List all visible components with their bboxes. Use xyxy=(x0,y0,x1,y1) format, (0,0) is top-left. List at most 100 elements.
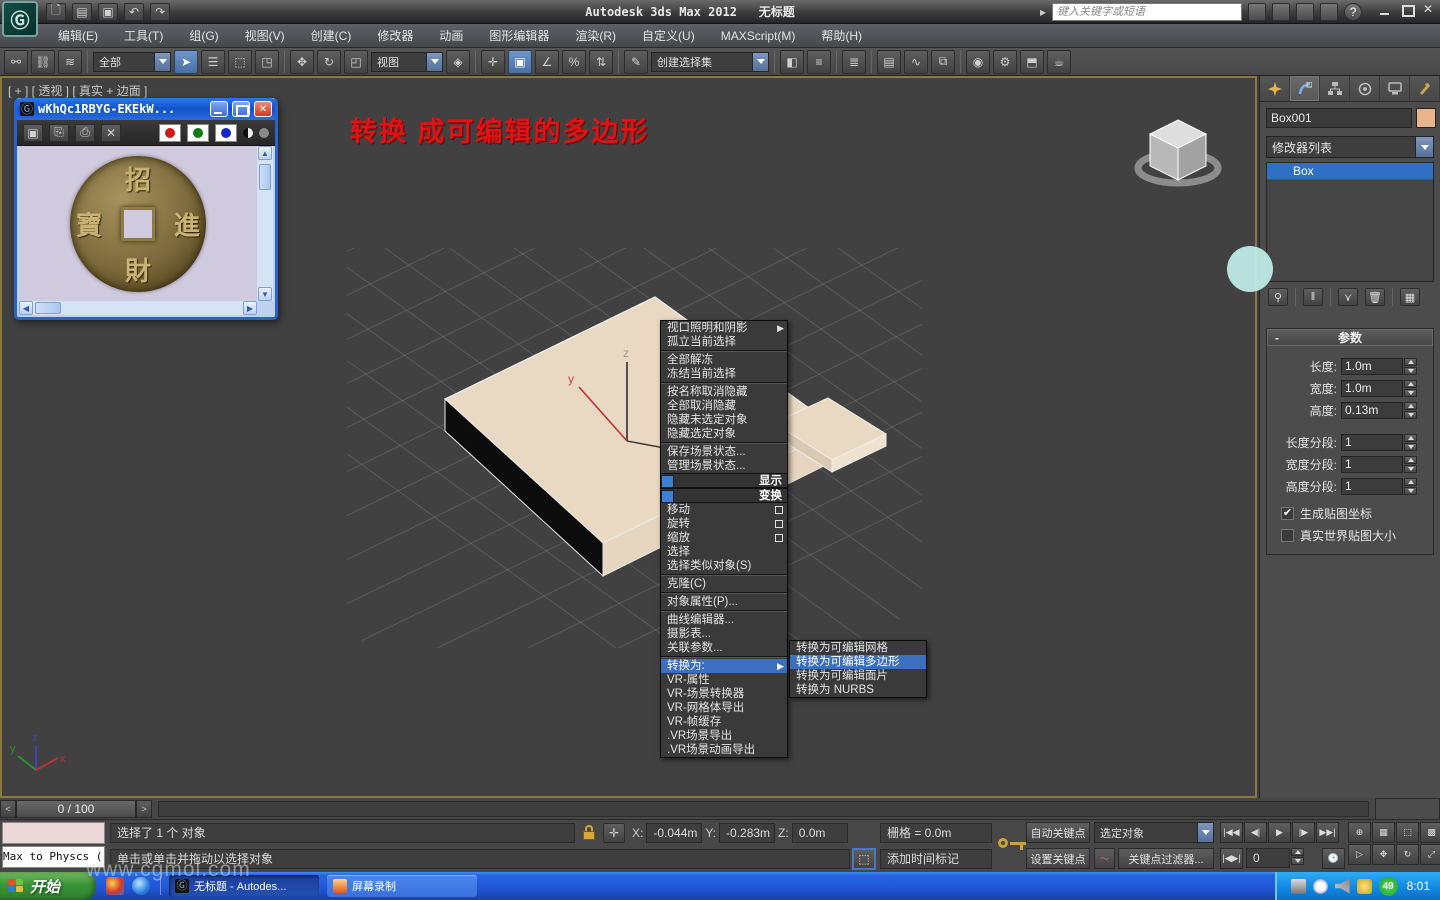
absolute-mode-icon[interactable]: ✛ xyxy=(603,823,625,843)
parameter-field[interactable]: 1.0m xyxy=(1341,358,1403,375)
orbit-icon[interactable]: ↻ xyxy=(1396,844,1419,865)
material-editor-button[interactable]: ◉ xyxy=(966,49,990,74)
frame-spinner[interactable] xyxy=(1291,848,1304,865)
tab-hierarchy[interactable] xyxy=(1320,76,1350,101)
menu-create[interactable]: 创建(C) xyxy=(299,25,364,46)
context-menu-item[interactable]: 选择类似对象(S) xyxy=(661,559,787,573)
dropdown-arrow-icon[interactable] xyxy=(154,52,170,71)
y-coordinate-field[interactable]: -0.283m xyxy=(719,823,776,843)
context-menu-item[interactable]: 转换为可编辑网格 xyxy=(790,641,926,655)
parameter-field[interactable]: 1.0m xyxy=(1341,380,1403,397)
set-key-button[interactable]: 设置关键点 xyxy=(1026,848,1090,869)
pin-stack-icon[interactable]: ⚲ xyxy=(1268,288,1288,306)
menu-animation[interactable]: 动画 xyxy=(427,25,475,46)
context-menu-item[interactable]: 关联参数... xyxy=(661,641,787,655)
align-button[interactable]: ≡ xyxy=(807,49,831,74)
zoom-extents-all-icon[interactable]: ▩ xyxy=(1420,822,1440,843)
selection-set-dropdown[interactable]: 选定对象 xyxy=(1094,822,1214,843)
context-menu-item[interactable]: 全部解冻 xyxy=(661,353,787,367)
context-menu-item[interactable]: .VR场景动画导出 xyxy=(661,743,787,757)
open-file-button[interactable]: ▤ xyxy=(72,2,92,21)
object-color-swatch[interactable] xyxy=(1416,108,1436,128)
angle-snap-button[interactable]: ∠ xyxy=(535,49,559,74)
context-menu-item[interactable]: 对象属性(P)... xyxy=(661,595,787,609)
isolate-toggle-icon[interactable]: ⬚ xyxy=(852,848,876,870)
context-menu-item[interactable]: 摄影表... xyxy=(661,627,787,641)
new-file-button[interactable]: 🗋 xyxy=(46,2,66,21)
dropdown-arrow-icon[interactable] xyxy=(1197,823,1213,842)
menu-rendering[interactable]: 渲染(R) xyxy=(563,25,628,46)
context-menu-item[interactable]: 移动 xyxy=(661,503,787,517)
context-menu-item[interactable]: 曲线编辑器... xyxy=(661,613,787,627)
parameter-field[interactable]: 1 xyxy=(1341,456,1403,473)
tab-utilities[interactable] xyxy=(1410,76,1440,101)
remove-modifier-icon[interactable]: 🗑 xyxy=(1365,288,1385,306)
context-menu-item[interactable]: VR-属性 xyxy=(661,673,787,687)
time-slider-track[interactable] xyxy=(158,800,1369,817)
context-menu-item[interactable]: 转换为可编辑多边形 xyxy=(790,655,926,669)
time-configuration-icon[interactable]: 🕒 xyxy=(1322,848,1345,869)
select-object-button[interactable]: ➤ xyxy=(174,49,198,74)
select-and-link-icon[interactable]: ⚯ xyxy=(4,49,28,74)
modifier-list-dropdown[interactable]: 修改器列表 xyxy=(1266,136,1434,158)
bind-to-space-warp-icon[interactable]: ≋ xyxy=(58,49,82,74)
tab-motion[interactable] xyxy=(1350,76,1380,101)
image-window-titlebar[interactable]: Ⓖ wKhQc1RBYG-EKEkW... ✕ xyxy=(17,98,275,120)
schematic-view-button[interactable]: ⧉ xyxy=(931,49,955,74)
configure-modifier-sets-icon[interactable]: ▦ xyxy=(1400,288,1420,306)
scroll-left-icon[interactable]: ◀ xyxy=(19,301,33,315)
time-slider-handle[interactable]: 0 / 100 xyxy=(16,799,136,818)
rendered-frame-button[interactable]: ⬒ xyxy=(1020,49,1044,74)
view-cube[interactable] xyxy=(1123,106,1233,206)
unlink-selection-icon[interactable]: ⛓ xyxy=(31,49,55,74)
dropdown-arrow-icon[interactable] xyxy=(752,52,768,71)
selection-filter-dropdown[interactable]: 全部 xyxy=(93,51,171,72)
vertical-scrollbar[interactable]: ▲ ▼ xyxy=(257,146,273,301)
menu-tools[interactable]: 工具(T) xyxy=(112,25,175,46)
perspective-viewport[interactable]: [ + ] [ 透视 ] [ 真实 + 边面 ] 转换 成可编辑的多边形 z y… xyxy=(0,76,1273,798)
mono-channel-button[interactable] xyxy=(259,127,269,138)
spinner-snap-button[interactable]: ⇅ xyxy=(589,49,613,74)
z-coordinate-field[interactable]: 0.0m xyxy=(791,823,848,843)
menu-edit[interactable]: 编辑(E) xyxy=(46,25,110,46)
scroll-thumb[interactable] xyxy=(259,164,271,190)
snap-toggle-3d-button[interactable]: ✛ xyxy=(481,49,505,74)
select-by-name-button[interactable]: ☰ xyxy=(201,49,225,74)
make-unique-icon[interactable]: ⋎ xyxy=(1338,288,1358,306)
tab-display[interactable] xyxy=(1380,76,1410,101)
context-menu-item[interactable]: VR-帧缓存 xyxy=(661,715,787,729)
context-menu-item[interactable]: 选择 xyxy=(661,545,787,559)
key-filters-button[interactable]: 关键点过滤器... xyxy=(1118,848,1214,869)
play-icon[interactable]: ▶ xyxy=(1268,822,1291,843)
auto-key-button[interactable]: 自动关键点 xyxy=(1026,822,1090,843)
parameter-field[interactable]: 1 xyxy=(1341,434,1403,451)
delete-image-icon[interactable]: ✕ xyxy=(101,123,121,142)
checkbox[interactable] xyxy=(1281,528,1294,542)
search-icon[interactable] xyxy=(1248,3,1267,21)
field-of-view-icon[interactable]: ▷ xyxy=(1348,844,1371,865)
collapse-icon[interactable]: - xyxy=(1268,331,1286,345)
dropdown-arrow-icon[interactable] xyxy=(426,52,442,71)
checkbox[interactable]: ✔ xyxy=(1281,506,1294,520)
save-image-icon[interactable]: ▣ xyxy=(23,123,43,142)
parameter-field[interactable]: 1 xyxy=(1341,478,1403,495)
context-menu-item[interactable]: VR-网格体导出 xyxy=(661,701,787,715)
redo-button[interactable]: ↷ xyxy=(150,2,170,21)
context-menu-item[interactable]: 旋转 xyxy=(661,517,787,531)
window-crossing-button[interactable]: ◳ xyxy=(255,49,279,74)
red-channel-button[interactable] xyxy=(159,123,181,142)
close-button[interactable] xyxy=(1422,2,1436,16)
restore-button[interactable] xyxy=(1400,4,1415,17)
zoom-all-icon[interactable]: ▦ xyxy=(1372,822,1395,843)
viewport-label[interactable]: [ + ] [ 透视 ] [ 真实 + 边面 ] xyxy=(8,82,147,99)
show-end-result-icon[interactable]: ‖ xyxy=(1303,288,1323,306)
curve-editor-button[interactable]: ∿ xyxy=(904,49,928,74)
context-menu-item[interactable]: 全部取消隐藏 xyxy=(661,399,787,413)
spinner[interactable] xyxy=(1404,402,1417,419)
named-selection-sets-dropdown[interactable]: 创建选择集 xyxy=(651,51,769,72)
infocenter-arrow-icon[interactable]: ▸ xyxy=(1040,5,1046,19)
object-name-field[interactable]: Box001 xyxy=(1266,108,1412,128)
spinner[interactable] xyxy=(1404,358,1417,375)
scroll-right-icon[interactable]: ▶ xyxy=(243,301,257,315)
zoom-icon[interactable]: ⊕ xyxy=(1348,822,1371,843)
